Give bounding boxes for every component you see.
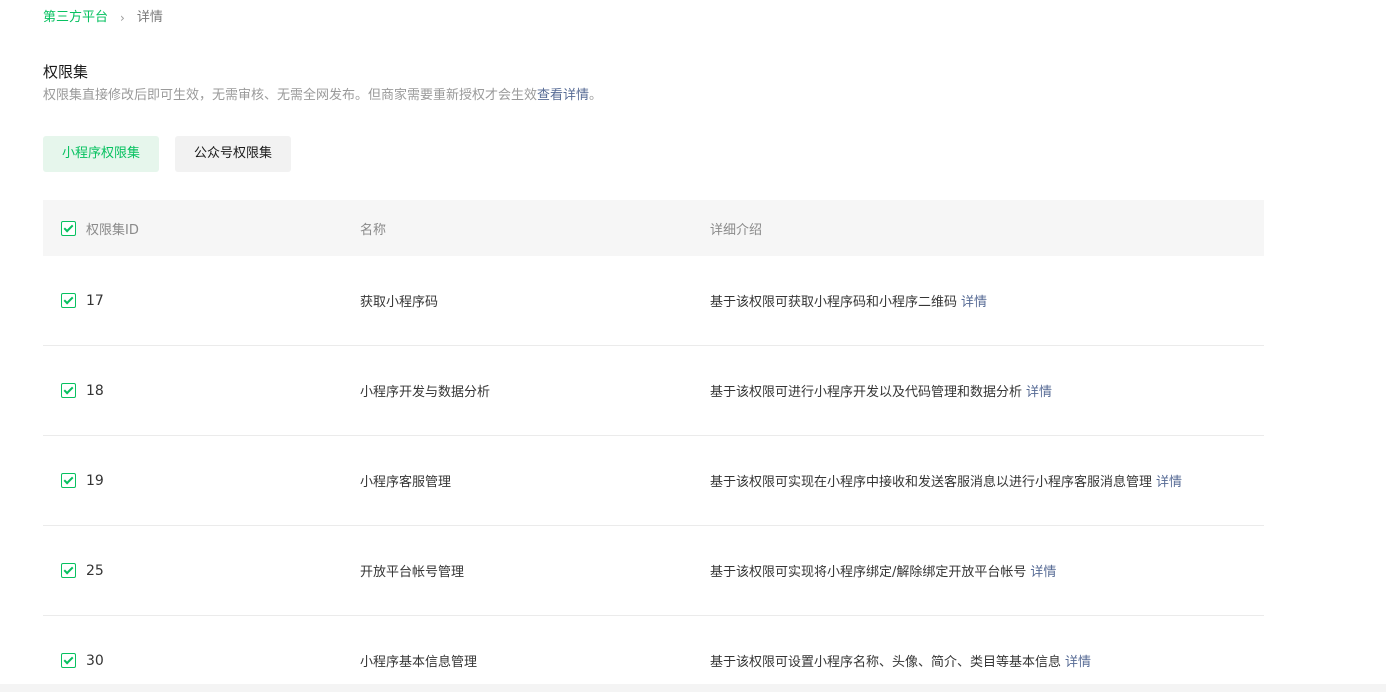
- select-all-checkbox[interactable]: [61, 220, 76, 236]
- row-id: 19: [86, 472, 104, 489]
- header-id-cell: 权限集ID: [43, 219, 360, 238]
- section-description-text: 权限集直接修改后即可生效，无需审核、无需全网发布。但商家需要重新授权才会生效: [43, 88, 538, 103]
- chevron-right-icon: ›: [120, 11, 125, 25]
- table-row: 18 小程序开发与数据分析 基于该权限可进行小程序开发以及代码管理和数据分析 详情: [43, 346, 1264, 436]
- row-desc: 基于该权限可进行小程序开发以及代码管理和数据分析: [710, 385, 1023, 400]
- table-row: 19 小程序客服管理 基于该权限可实现在小程序中接收和发送客服消息以进行小程序客…: [43, 436, 1264, 526]
- tab-miniprogram-permissions[interactable]: 小程序权限集: [43, 136, 160, 172]
- breadcrumb-parent-link[interactable]: 第三方平台: [43, 9, 108, 27]
- row-id-cell: 17: [43, 293, 360, 309]
- row-detail-link[interactable]: 详情: [1065, 655, 1091, 670]
- column-header-id: 权限集ID: [86, 222, 139, 238]
- column-header-desc: 详细介绍: [710, 222, 763, 238]
- row-desc-cell: 基于该权限可获取小程序码和小程序二维码 详情: [710, 291, 1264, 310]
- row-desc: 基于该权限可获取小程序码和小程序二维码: [710, 295, 958, 310]
- section-description-end: 。: [589, 88, 603, 103]
- section-description: 权限集直接修改后即可生效，无需审核、无需全网发布。但商家需要重新授权才会生效查看…: [43, 87, 602, 105]
- row-checkbox[interactable]: [61, 293, 76, 308]
- row-id: 25: [86, 562, 104, 579]
- table-row: 25 开放平台帐号管理 基于该权限可实现将小程序绑定/解除绑定开放平台帐号 详情: [43, 526, 1264, 616]
- row-id-cell: 25: [43, 563, 360, 579]
- row-name: 开放平台帐号管理: [360, 565, 465, 580]
- row-checkbox[interactable]: [61, 653, 76, 668]
- row-detail-link[interactable]: 详情: [1026, 385, 1052, 400]
- row-id: 30: [86, 652, 104, 669]
- row-id-cell: 18: [43, 383, 360, 399]
- breadcrumb-current: 详情: [136, 10, 163, 25]
- section-title: 权限集: [43, 63, 89, 81]
- permission-tabs: 小程序权限集 公众号权限集: [43, 136, 307, 172]
- row-name: 小程序客服管理: [360, 475, 452, 490]
- row-id: 17: [86, 292, 104, 309]
- row-checkbox[interactable]: [61, 473, 76, 488]
- table-header: 权限集ID 名称 详细介绍: [43, 200, 1264, 256]
- row-desc-cell: 基于该权限可实现将小程序绑定/解除绑定开放平台帐号 详情: [710, 561, 1264, 580]
- row-name: 小程序开发与数据分析: [360, 385, 491, 400]
- row-checkbox[interactable]: [61, 383, 76, 398]
- page: 第三方平台 › 详情 权限集 权限集直接修改后即可生效，无需审核、无需全网发布。…: [0, 0, 1386, 692]
- row-name: 获取小程序码: [360, 295, 439, 310]
- column-header-name: 名称: [360, 222, 387, 238]
- breadcrumb: 第三方平台 › 详情: [43, 9, 163, 27]
- row-detail-link[interactable]: 详情: [961, 295, 987, 310]
- footer-divider: [0, 684, 1386, 692]
- view-details-link[interactable]: 查看详情: [537, 88, 589, 103]
- tab-official-account-permissions[interactable]: 公众号权限集: [175, 136, 292, 172]
- row-checkbox[interactable]: [61, 563, 76, 578]
- row-detail-link[interactable]: 详情: [1030, 565, 1056, 580]
- row-desc-cell: 基于该权限可进行小程序开发以及代码管理和数据分析 详情: [710, 381, 1264, 400]
- row-desc-cell: 基于该权限可实现在小程序中接收和发送客服消息以进行小程序客服消息管理 详情: [710, 471, 1264, 490]
- row-name: 小程序基本信息管理: [360, 655, 478, 670]
- row-desc: 基于该权限可实现在小程序中接收和发送客服消息以进行小程序客服消息管理: [710, 475, 1153, 490]
- row-id-cell: 30: [43, 653, 360, 669]
- row-detail-link[interactable]: 详情: [1156, 475, 1182, 490]
- row-desc-cell: 基于该权限可设置小程序名称、头像、简介、类目等基本信息 详情: [710, 651, 1264, 670]
- row-desc: 基于该权限可设置小程序名称、头像、简介、类目等基本信息: [710, 655, 1062, 670]
- table-row: 17 获取小程序码 基于该权限可获取小程序码和小程序二维码 详情: [43, 256, 1264, 346]
- permissions-table: 权限集ID 名称 详细介绍 17 获取小程序码 基于该权限可获取小程序码和小程序…: [43, 200, 1264, 692]
- row-desc: 基于该权限可实现将小程序绑定/解除绑定开放平台帐号: [710, 565, 1027, 580]
- table-row: 30 小程序基本信息管理 基于该权限可设置小程序名称、头像、简介、类目等基本信息…: [43, 616, 1264, 692]
- row-id: 18: [86, 382, 104, 399]
- row-id-cell: 19: [43, 473, 360, 489]
